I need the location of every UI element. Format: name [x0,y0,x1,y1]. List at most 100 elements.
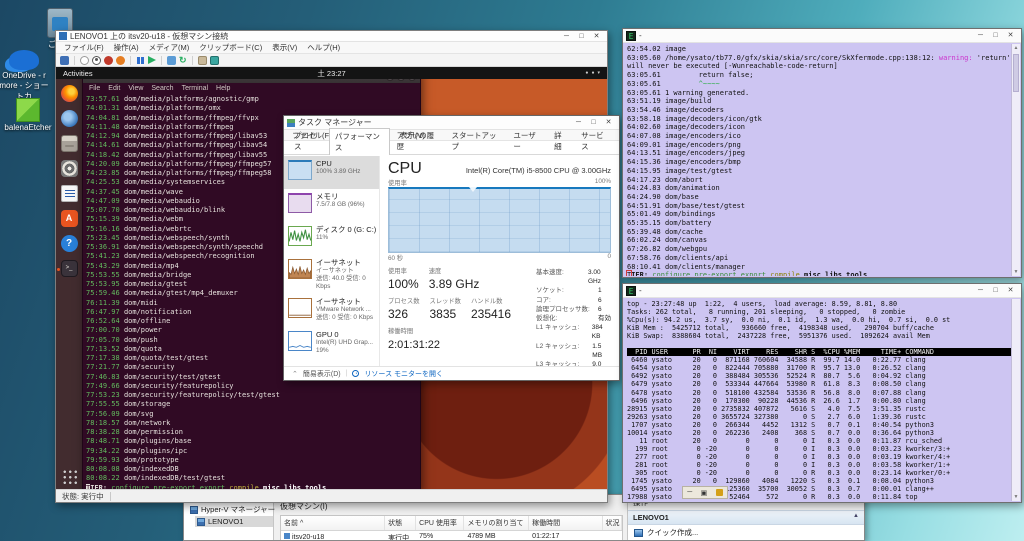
tier-status-line: TIER: configure pre-export export compil… [625,270,1011,276]
menu-item[interactable]: 操作(A) [114,42,139,53]
column-header-CPU 使用率[interactable]: CPU 使用率 [416,516,465,530]
save-icon[interactable] [116,55,125,65]
vm-window-titlebar[interactable]: LENOVO1 上の itsv20-u18 - 仮想マシン接続 ─ □ ✕ [56,31,607,42]
minimize-button[interactable]: ─ [559,33,574,40]
sidebar-item-mem[interactable]: メモリ 7.5/7.8 GB (96%) [284,189,379,222]
resume-icon[interactable] [148,56,156,64]
resource-monitor-link[interactable]: リソース モニターを開く [364,369,443,379]
tab-プロセス[interactable]: プロセス [288,127,328,154]
build-terminal-titlebar[interactable]: E - ─ □ ✕ [623,29,1021,43]
stat-ハンドル数: ハンドル数 235416 [470,298,512,321]
rhythmbox-icon[interactable] [60,160,78,177]
scroll-up-icon[interactable]: ▲ [1012,45,1020,51]
shutdown-icon[interactable] [104,55,113,65]
enhanced-session-icon[interactable] [209,55,219,65]
scrollbar[interactable]: ▼ [1011,299,1020,501]
column-header-メモリの割り当て[interactable]: メモリの割り当て [464,516,530,530]
minimize-button[interactable]: ─ [973,32,988,39]
menu-item[interactable]: Help [216,85,230,92]
simple-view-button[interactable]: 簡易表示(D) [303,369,341,379]
checkpoint-icon[interactable] [167,55,176,65]
sidebar-item-eth2[interactable]: イーサネット VMware Network ... 送信: 0 受信: 0 Kbps [284,294,379,327]
tab-ユーザー[interactable]: ユーザー [507,127,547,154]
menu-item[interactable]: ヘルプ(H) [307,42,340,53]
tab-パフォーマンス[interactable]: パフォーマンス [328,128,390,155]
tab-サービス[interactable]: サービス [575,127,615,154]
tree-node-root[interactable]: Hyper-V マネージャー [188,503,275,516]
files-icon[interactable] [60,135,78,152]
quick-create-icon [634,528,643,537]
menu-item[interactable]: Terminal [182,85,208,92]
minimize-button[interactable]: ─ [571,119,586,126]
usage-max-label: 100% [594,178,611,185]
tab-詳細[interactable]: 詳細 [548,127,574,154]
tree-node-lenovo1[interactable]: LENOVO1 [195,516,273,527]
ctrl-alt-del-icon[interactable] [60,55,69,65]
cpu-detail-row: コア: 6 [536,296,602,304]
menu-item[interactable]: File [89,85,100,92]
gnome-clock[interactable]: 土 23:27 [56,68,607,79]
terminal-icon[interactable]: >_ [56,260,78,277]
maximize-button[interactable]: □ [586,119,601,126]
stat-プロセス数: プロセス数 326 [388,298,420,321]
scroll-down-icon[interactable]: ▼ [1012,269,1020,275]
close-button[interactable]: ✕ [589,33,604,40]
scroll-thumb[interactable] [1013,54,1019,92]
square-icon[interactable]: ▣ [701,489,708,497]
top-terminal-window: E - ─ □ ✕ top - 23:27:48 up 1:22, 4 users,… [622,283,1022,503]
menu-item[interactable]: メディア(M) [149,42,190,53]
onedrive-label: OneDrive - r [2,71,46,80]
software-icon[interactable]: A [60,210,78,227]
menu-item[interactable]: クリップボード(C) [199,42,262,53]
column-header-名前[interactable]: 名前 ^ [281,516,386,530]
task-manager-footer: ⌃ 簡易表示(D) | ◔ リソース モニターを開く [284,366,619,380]
menu-item[interactable]: Edit [108,85,120,92]
column-header-状況[interactable]: 状況 [603,516,623,530]
activities-button[interactable]: Activities [63,69,93,78]
minimize-button[interactable]: ─ [973,287,988,294]
build-log-line: 63:05.60 /home/ysato/tb77.0/gfx/skia/ski… [627,53,1011,71]
top-terminal-titlebar[interactable]: E - ─ □ ✕ [623,284,1021,298]
keyboard-icon[interactable] [197,55,207,65]
minimize-icon[interactable]: ─ [687,489,692,496]
vm-table-row[interactable]: itsv20-u18 実行中 75% 4789 MB 01:22:17 [281,531,622,540]
menu-item[interactable]: View [128,85,143,92]
tab-スタートアップ[interactable]: スタートアップ [446,127,507,154]
disk-graph-thumbnail [288,226,312,246]
sidebar-item-gpu[interactable]: GPU 0 Intel(R) UHD Grap... 19% [284,327,379,360]
revert-icon[interactable]: ↻ [179,55,187,65]
tab-アプリの履歴[interactable]: アプリの履歴 [391,127,445,154]
actions-section-header[interactable]: LENOVO1 ▲ [628,510,864,525]
menu-item[interactable]: 表示(V) [272,42,297,53]
maximize-button[interactable]: □ [988,32,1003,39]
maximize-button[interactable]: □ [988,287,1003,294]
scrollbar[interactable]: ▲ ▼ [1011,44,1020,276]
column-header-状態[interactable]: 状態 [385,516,417,530]
menu-item[interactable]: Search [151,85,173,92]
grid-icon[interactable] [60,468,78,485]
vm-cell: 4789 MB [467,533,496,540]
help-icon[interactable]: ? [60,235,78,252]
scroll-down-icon[interactable]: ▼ [1012,494,1020,500]
close-button[interactable]: ✕ [601,119,616,126]
close-button[interactable]: ✕ [1003,32,1018,39]
collapse-icon[interactable]: ▲ [853,513,859,522]
column-header-稼働時間[interactable]: 稼働時間 [529,516,603,530]
close-button[interactable]: ✕ [1003,287,1018,294]
sidebar-item-disk[interactable]: ディスク 0 (G: C:) 11% [284,222,379,255]
sidebar-item-text: イーサネット イーサネット 送信: 40.0 受信: 0 Kbps [316,258,377,291]
maximize-button[interactable]: □ [574,33,589,40]
quick-create-item[interactable]: クイック作成... [628,525,864,540]
menu-item[interactable]: ファイル(F) [64,42,104,53]
desktop-icon-onedrive[interactable]: OneDrive - r more - ショートカ [0,50,52,102]
pause-icon[interactable] [136,56,145,65]
start-icon[interactable] [80,55,89,65]
writer-icon[interactable] [60,185,78,202]
turn-off-icon[interactable] [92,55,101,65]
sidebar-item-cpu[interactable]: CPU 100% 3.89 GHz [284,156,379,189]
desktop-icon-balena-etcher[interactable]: balenaEtcher [0,98,56,132]
thunderbird-icon[interactable] [60,110,78,127]
sidebar-item-eth1[interactable]: イーサネット イーサネット 送信: 40.0 受信: 0 Kbps [284,255,379,294]
vm-status-text: 状態: 実行中 [62,491,104,501]
firefox-icon[interactable] [60,85,78,102]
